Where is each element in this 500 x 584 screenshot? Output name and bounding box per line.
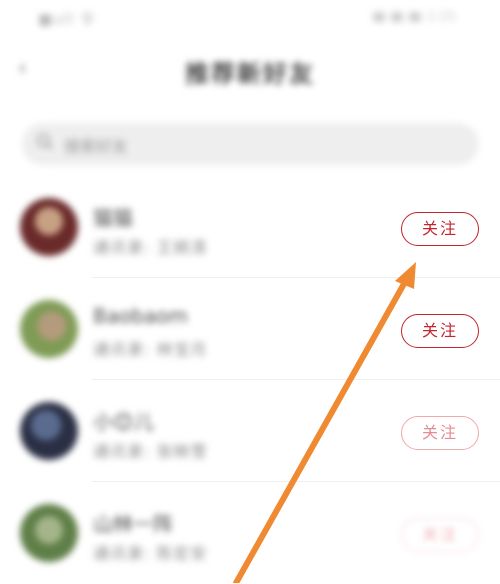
list-item[interactable]: 山林一阵 通讯录: 陈宏安 关注 xyxy=(0,482,500,584)
wifi-icon xyxy=(390,11,403,22)
status-bar: ■ull 令 2:25 xyxy=(0,0,500,34)
search-placeholder: 搜索好友 xyxy=(64,137,129,156)
avatar[interactable] xyxy=(20,198,78,256)
friend-name: 猫猫 xyxy=(93,206,133,230)
friend-name: 山林一阵 xyxy=(93,512,173,536)
avatar[interactable] xyxy=(20,402,78,460)
list-item[interactable]: 小😊儿 通讯录: 张映雪 关注 xyxy=(0,380,500,482)
page-title: 推荐新好友 xyxy=(185,60,315,88)
title-bar: ‹ 推荐新好友 xyxy=(0,44,500,92)
friend-source: 通讯录: 林宝月 xyxy=(93,340,208,359)
signal-icon xyxy=(372,11,385,22)
friend-source: 通讯录: 王婉清 xyxy=(93,238,208,257)
battery-icon xyxy=(408,11,421,22)
avatar[interactable] xyxy=(20,300,78,358)
search-icon xyxy=(37,134,53,150)
avatar[interactable] xyxy=(20,504,78,562)
follow-button[interactable]: 关注 xyxy=(401,212,479,246)
list-item[interactable]: Baobaom 通讯录: 林宝月 关注 xyxy=(0,278,500,380)
status-icons: 2:25 xyxy=(372,8,456,25)
clock: 2:25 xyxy=(426,8,456,25)
follow-button[interactable]: 关注 xyxy=(401,416,479,450)
friend-source: 通讯录: 张映雪 xyxy=(93,442,208,461)
follow-button[interactable]: 关注 xyxy=(401,314,479,348)
friend-name: 小😊儿 xyxy=(93,410,154,434)
search-input[interactable]: 搜索好友 xyxy=(22,123,479,165)
follow-button[interactable]: 关注 xyxy=(401,518,479,552)
friend-source: 通讯录: 陈宏安 xyxy=(93,544,208,563)
list-item[interactable]: 猫猫 通讯录: 王婉清 关注 xyxy=(0,176,500,278)
friend-name: Baobaom xyxy=(93,304,188,328)
carrier-signal: ■ull 令 xyxy=(38,10,96,28)
